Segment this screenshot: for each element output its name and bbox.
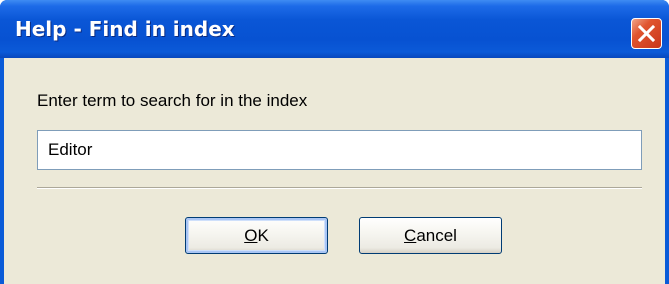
search-term-input[interactable] [37,130,642,170]
separator [37,187,642,189]
ok-button[interactable]: OK [185,217,328,254]
dialog-body: Enter term to search for in the index OK… [4,58,665,284]
cancel-mnemonic: C [404,226,417,245]
ok-mnemonic: O [244,226,258,245]
close-button[interactable] [631,18,662,49]
title-bar[interactable]: Help - Find in index [0,0,669,58]
window-title: Help - Find in index [15,17,235,41]
cancel-label-rest: ancel [416,226,457,245]
cancel-button[interactable]: Cancel [359,217,502,254]
close-icon [638,25,655,42]
search-prompt-label: Enter term to search for in the index [37,91,308,110]
dialog-window: Help - Find in index Enter term to searc… [0,0,669,284]
ok-label-rest: K [257,226,269,245]
